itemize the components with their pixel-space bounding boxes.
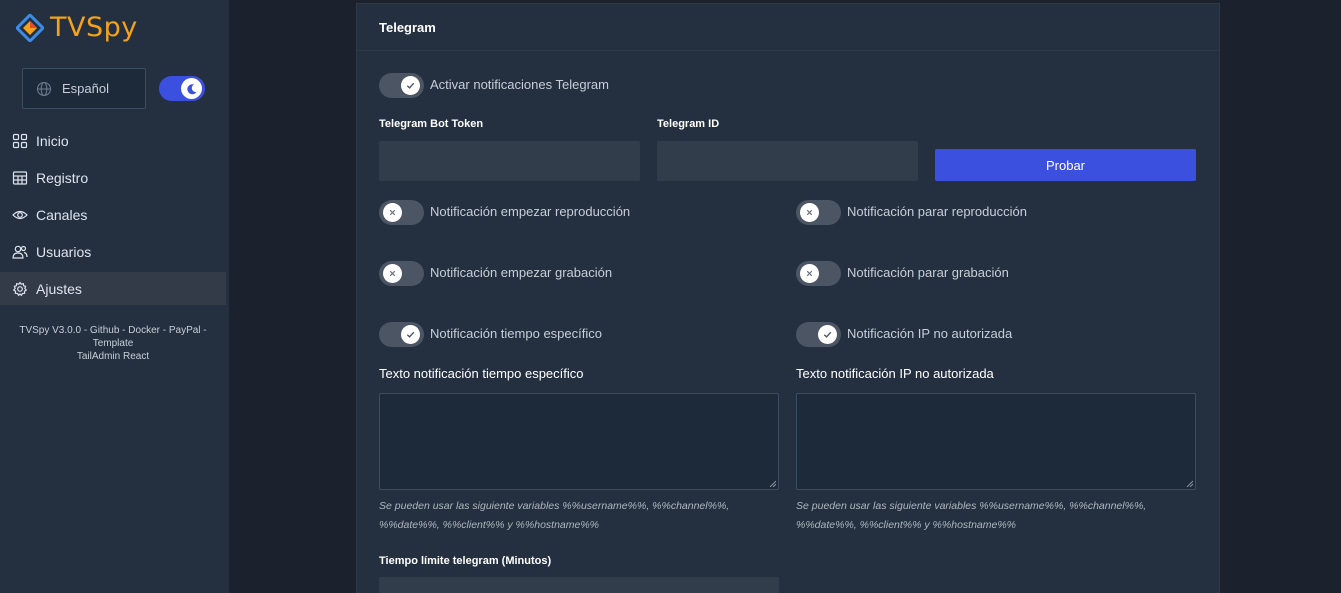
enable-telegram-label: Activar notificaciones Telegram — [430, 77, 609, 92]
x-icon — [806, 270, 813, 277]
telegram-panel: Telegram Activar notificaciones Telegram… — [356, 3, 1220, 593]
check-icon — [406, 82, 415, 89]
sidebar-nav: Inicio Registro Canales Usuarios Ajustes — [0, 124, 226, 309]
sidebar-item-label: Registro — [36, 169, 89, 186]
language-select[interactable]: Español — [22, 68, 146, 109]
specific-time-toggle[interactable] — [379, 322, 424, 347]
sidebar-item-ajustes[interactable]: Ajustes — [0, 272, 226, 305]
stop-recording-label: Notificación parar grabación — [847, 265, 1009, 280]
panel-title: Telegram — [357, 4, 1219, 51]
enable-telegram-toggle[interactable] — [379, 73, 424, 98]
bot-token-label: Telegram Bot Token — [379, 118, 484, 130]
logo[interactable]: TVSpy — [16, 12, 138, 43]
tvspy-logo-icon — [16, 13, 44, 42]
time-limit-label: Tiempo límite telegram (Minutos) — [379, 555, 552, 567]
unauthorized-ip-toggle[interactable] — [796, 322, 841, 347]
sidebar-item-registro[interactable]: Registro — [0, 161, 226, 194]
sidebar-item-label: Canales — [36, 206, 88, 223]
text-unauthorized-ip-hint: Se pueden usar las siguiente variables %… — [796, 500, 1147, 531]
stop-playback-label: Notificación parar reproducción — [847, 204, 1027, 219]
check-icon — [823, 331, 832, 338]
gear-icon — [12, 280, 28, 296]
sidebar-item-label: Inicio — [36, 132, 69, 149]
footer-template[interactable]: TailAdmin React — [0, 350, 226, 363]
x-icon — [806, 209, 813, 216]
telegram-id-input[interactable] — [657, 141, 918, 181]
start-playback-label: Notificación empezar reproducción — [430, 204, 631, 219]
text-specific-time-textarea[interactable] — [379, 393, 779, 490]
grid-icon — [12, 133, 28, 148]
resize-grip-icon[interactable] — [769, 480, 776, 487]
globe-icon — [36, 81, 52, 96]
sidebar-footer: TVSpy V3.0.0 - Github - Docker - PayPal … — [0, 324, 226, 363]
table-icon — [12, 170, 28, 185]
x-icon — [389, 209, 396, 216]
sidebar-item-label: Usuarios — [36, 243, 92, 260]
users-icon — [12, 245, 28, 259]
check-icon — [406, 331, 415, 338]
text-unauthorized-ip-label: Texto notificación IP no autorizada — [796, 366, 994, 381]
sidebar-item-inicio[interactable]: Inicio — [0, 124, 226, 157]
bot-token-input[interactable] — [379, 141, 640, 181]
footer-links[interactable]: TVSpy V3.0.0 - Github - Docker - PayPal … — [0, 324, 226, 350]
stop-playback-toggle[interactable] — [796, 200, 841, 225]
logo-text: TVSpy — [50, 12, 138, 43]
unauthorized-ip-label: Notificación IP no autorizada — [847, 326, 1013, 341]
moon-icon — [181, 78, 202, 99]
eye-icon — [12, 210, 28, 219]
x-icon — [389, 270, 396, 277]
specific-time-label: Notificación tiempo específico — [430, 326, 602, 341]
text-unauthorized-ip-textarea[interactable] — [796, 393, 1196, 490]
telegram-id-label: Telegram ID — [657, 118, 720, 130]
text-specific-time-label: Texto notificación tiempo específico — [379, 366, 584, 381]
start-playback-toggle[interactable] — [379, 200, 424, 225]
dark-mode-toggle[interactable] — [159, 76, 205, 101]
language-label: Español — [62, 81, 109, 96]
sidebar: TVSpy Español Inicio Registro Canales Us… — [0, 0, 229, 593]
sidebar-item-canales[interactable]: Canales — [0, 198, 226, 231]
test-button[interactable]: Probar — [935, 149, 1196, 181]
sidebar-item-usuarios[interactable]: Usuarios — [0, 235, 226, 268]
time-limit-input[interactable] — [379, 577, 779, 593]
text-specific-time-hint: Se pueden usar las siguiente variables %… — [379, 500, 730, 531]
stop-recording-toggle[interactable] — [796, 261, 841, 286]
resize-grip-icon[interactable] — [1186, 480, 1193, 487]
start-recording-label: Notificación empezar grabación — [430, 265, 613, 280]
sidebar-item-label: Ajustes — [36, 280, 82, 297]
start-recording-toggle[interactable] — [379, 261, 424, 286]
